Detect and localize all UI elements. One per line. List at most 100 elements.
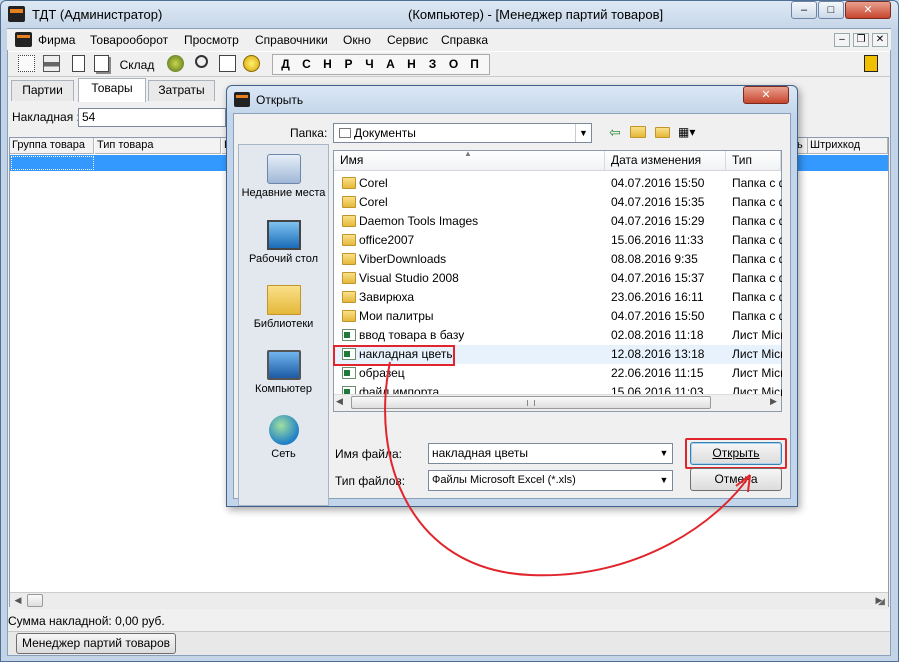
folder-label: Папка: — [290, 126, 328, 140]
focus-cell[interactable] — [11, 156, 94, 170]
file-date: 04.07.2016 15:50 — [611, 176, 705, 190]
close-button[interactable]: ✕ — [845, 1, 891, 19]
mdi-restore-button[interactable]: ❐ — [853, 33, 869, 47]
mdi-close-button[interactable]: ✕ — [872, 33, 888, 47]
resize-grip-icon[interactable]: ◢ — [878, 596, 885, 607]
new-document-icon[interactable] — [72, 55, 85, 72]
view-menu-icon[interactable]: ▦▾ — [678, 125, 704, 139]
copy-icon[interactable] — [94, 55, 109, 72]
header-date[interactable]: Дата изменения — [605, 151, 726, 171]
file-row[interactable]: office2007 15.06.2016 11:33 Папка с ф — [334, 231, 782, 250]
menu-firma[interactable]: Фирма — [38, 33, 75, 47]
folder-icon — [342, 310, 356, 322]
minimize-button[interactable]: – — [791, 1, 817, 19]
documents-icon — [339, 128, 351, 138]
menu-spravka[interactable]: Справка — [441, 33, 488, 47]
sklad-button[interactable]: Склад — [116, 54, 158, 74]
new-folder-icon[interactable] — [655, 124, 671, 138]
file-type: Папка с ф — [732, 195, 782, 209]
file-date: 23.06.2016 16:11 — [611, 290, 704, 304]
annotation-arrow — [384, 361, 751, 577]
libraries-icon — [266, 285, 301, 315]
file-date: 15.06.2016 11:33 — [611, 233, 704, 247]
place-libraries[interactable]: Библиотеки — [239, 285, 328, 331]
dialog-close-button[interactable]: ✕ — [743, 86, 789, 104]
menu-okno[interactable]: Окно — [343, 33, 371, 47]
folder-icon — [342, 291, 356, 303]
file-name: ViberDownloads — [359, 252, 447, 266]
recent-places-icon — [266, 154, 301, 184]
letter-button-ch[interactable]: Ч — [362, 55, 377, 73]
menu-prosmotr[interactable]: Просмотр — [184, 33, 239, 47]
frog-icon[interactable] — [167, 55, 184, 72]
mdi-minimize-button[interactable]: – — [834, 33, 850, 47]
scroll-thumb[interactable] — [27, 594, 43, 607]
computer-icon — [266, 350, 301, 380]
col-group[interactable]: Группа товара — [10, 138, 94, 154]
exit-icon[interactable] — [864, 55, 878, 72]
search-icon[interactable] — [195, 55, 208, 68]
back-icon[interactable]: ⇦ — [609, 124, 621, 141]
folder-value: Документы — [354, 126, 416, 140]
nakladnaya-field[interactable]: 54 — [78, 108, 226, 127]
header-type[interactable]: Тип — [726, 151, 781, 171]
file-row[interactable]: Daemon Tools Images 04.07.2016 15:29 Папка… — [334, 212, 782, 231]
letter-button-r[interactable]: Р — [341, 55, 356, 73]
place-computer[interactable]: Компьютер — [239, 350, 328, 396]
coin-icon[interactable] — [243, 55, 260, 72]
chevron-down-icon[interactable]: ▼ — [575, 124, 591, 142]
place-recent[interactable]: Недавние места — [239, 154, 328, 200]
file-type: Папка с ф — [732, 252, 782, 266]
letter-button-z[interactable]: З — [425, 55, 440, 73]
list-icon[interactable] — [219, 55, 236, 72]
letter-button-o[interactable]: О — [446, 55, 461, 73]
place-network-label: Сеть — [271, 448, 296, 460]
maximize-button[interactable]: □ — [818, 1, 844, 19]
app-title: ТДТ (Администратор) — [32, 7, 163, 22]
menu-spravochniki[interactable]: Справочники — [255, 33, 328, 47]
letter-button-n2[interactable]: Н — [404, 55, 419, 73]
folder-combo[interactable]: Документы — [333, 123, 592, 143]
app-logo-icon — [8, 6, 25, 22]
folder-icon — [342, 215, 356, 227]
place-desktop[interactable]: Рабочий стол — [239, 220, 328, 266]
place-network[interactable]: Сеть — [239, 415, 328, 461]
letter-button-p[interactable]: П — [467, 55, 482, 73]
desktop-icon — [266, 220, 301, 250]
col-type[interactable]: Тип товара — [95, 138, 221, 154]
file-type: Папка с ф — [732, 214, 782, 228]
up-folder-icon[interactable] — [630, 126, 646, 138]
place-desktop-label: Рабочий стол — [248, 253, 319, 265]
scroll-left-icon[interactable]: ◀ — [11, 594, 25, 607]
list-scroll-left-icon[interactable]: ◀ — [336, 396, 343, 407]
file-name: Corel — [359, 195, 388, 209]
file-row[interactable]: Corel 04.07.2016 15:35 Папка с ф — [334, 193, 782, 212]
file-type: Папка с ф — [732, 309, 782, 323]
file-row[interactable]: ViberDownloads 08.08.2016 9:35 Папка с ф — [334, 250, 782, 269]
menu-tovarooborot[interactable]: Товарооборот — [90, 33, 168, 47]
tab-tovary[interactable]: Товары — [78, 78, 146, 102]
letter-button-n[interactable]: Н — [320, 55, 335, 73]
tab-partii[interactable]: Партии — [11, 80, 74, 101]
window-title: (Компьютер) - [Менеджер партий товаров] — [408, 7, 664, 22]
letter-button-d[interactable]: Д — [278, 55, 293, 73]
file-row[interactable]: Завирюха 23.06.2016 16:11 Папка с ф — [334, 288, 782, 307]
file-name: Завирюха — [359, 290, 415, 304]
file-name: Daemon Tools Images — [359, 214, 479, 228]
folder-icon — [342, 196, 356, 208]
place-recent-label: Недавние места — [241, 187, 326, 199]
letter-button-s[interactable]: С — [299, 55, 314, 73]
col-barcode[interactable]: Штрихкод — [808, 138, 888, 154]
letter-button-a[interactable]: А — [383, 55, 398, 73]
status-bar: Сумма накладной: 0,00 руб. — [8, 612, 890, 630]
grid-hscrollbar[interactable] — [10, 592, 888, 609]
tab-zatraty[interactable]: Затраты — [148, 80, 215, 101]
print-icon[interactable] — [43, 55, 60, 72]
file-row[interactable]: Мои палитры 04.07.2016 15:50 Папка с ф — [334, 307, 782, 326]
taskbar-item[interactable]: Менеджер партий товаров — [16, 633, 176, 654]
tree-icon[interactable] — [18, 55, 35, 72]
menu-servis[interactable]: Сервис — [387, 33, 428, 47]
file-name: office2007 — [359, 233, 415, 247]
file-row[interactable]: Visual Studio 2008 04.07.2016 15:37 Папка … — [334, 269, 782, 288]
file-row[interactable]: Corel 04.07.2016 15:50 Папка с ф — [334, 174, 782, 193]
